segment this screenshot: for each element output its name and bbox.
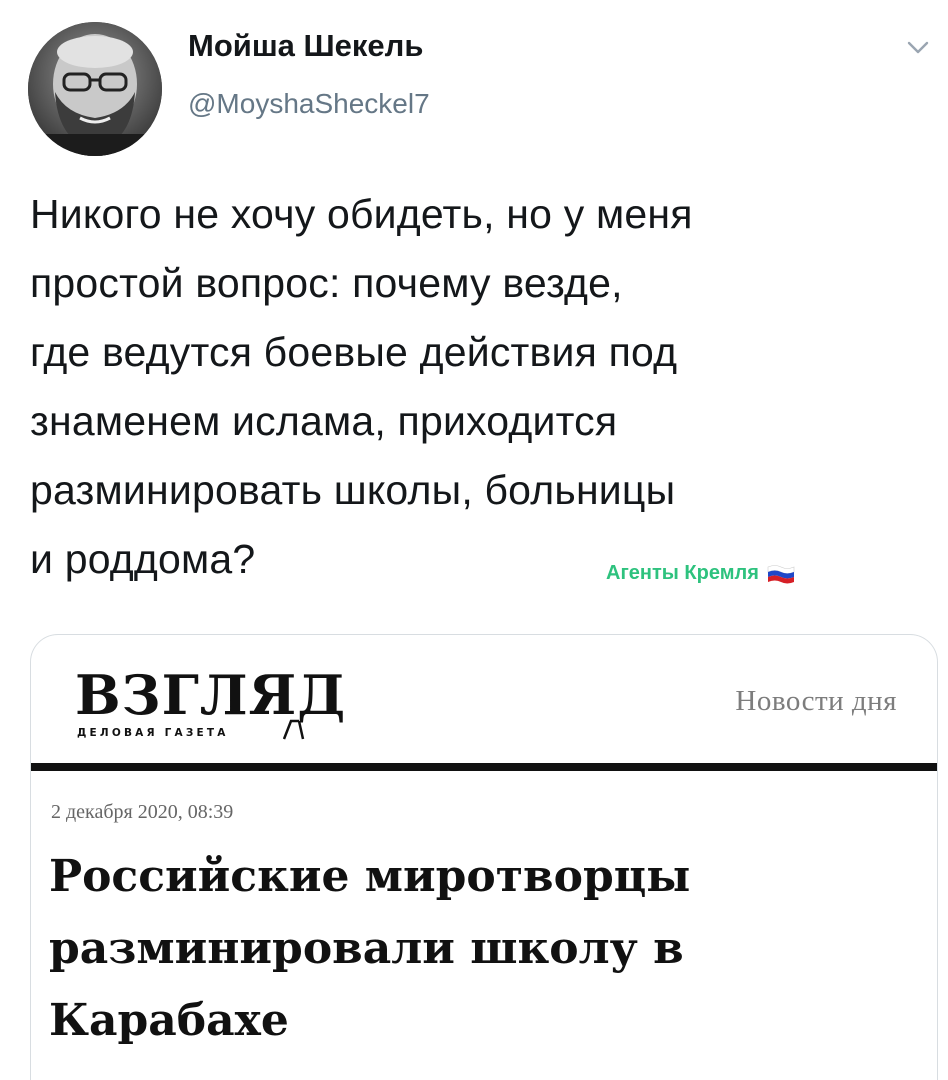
tweet-text-line: знаменем ислама, приходится [30, 398, 618, 444]
watermark-text: Агенты Кремля [606, 562, 759, 584]
tweet: Мойша Шекель @MoyshaSheckel7 Никого не х… [0, 0, 948, 1080]
avatar[interactable] [28, 22, 162, 156]
headline-line: Карабахе [49, 995, 289, 1046]
chevron-down-icon[interactable] [905, 38, 931, 58]
section-label: Новости дня [735, 685, 897, 717]
author-display-name[interactable]: Мойша Шекель [188, 28, 423, 64]
publication-logo-subtitle: ДЕЛОВАЯ ГАЗЕТА [77, 727, 229, 739]
publication-logo: ВЗГЛЯД [75, 663, 347, 727]
headline-line: Российские миротворцы [49, 851, 691, 902]
header-rule [31, 763, 937, 771]
article-headline: Российские миротворцы разминировали школ… [49, 841, 919, 1057]
tweet-text-line: простой вопрос: почему везде, [30, 260, 623, 306]
tweet-text-line: где ведутся боевые действия под [30, 329, 678, 375]
author-handle[interactable]: @MoyshaSheckel7 [188, 88, 430, 120]
tweet-text-line: и роддома? [30, 536, 256, 582]
tweet-text: Никого не хочу обидеть, но у меня просто… [30, 180, 930, 594]
watermark: Агенты Кремля [606, 562, 795, 585]
russian-flag-icon [767, 564, 795, 583]
headline-line: разминировали школу в [49, 923, 684, 974]
link-preview-card[interactable]: ВЗГЛЯД ДЕЛОВАЯ ГАЗЕТА Новости дня 2 дека… [30, 634, 938, 1080]
logo-corner-mark-icon [283, 719, 305, 740]
bearded-man-avatar-icon [28, 22, 162, 156]
tweet-text-line: разминировать школы, больницы [30, 467, 676, 513]
tweet-text-line: Никого не хочу обидеть, но у меня [30, 191, 693, 237]
article-date: 2 декабря 2020, 08:39 [51, 801, 234, 823]
